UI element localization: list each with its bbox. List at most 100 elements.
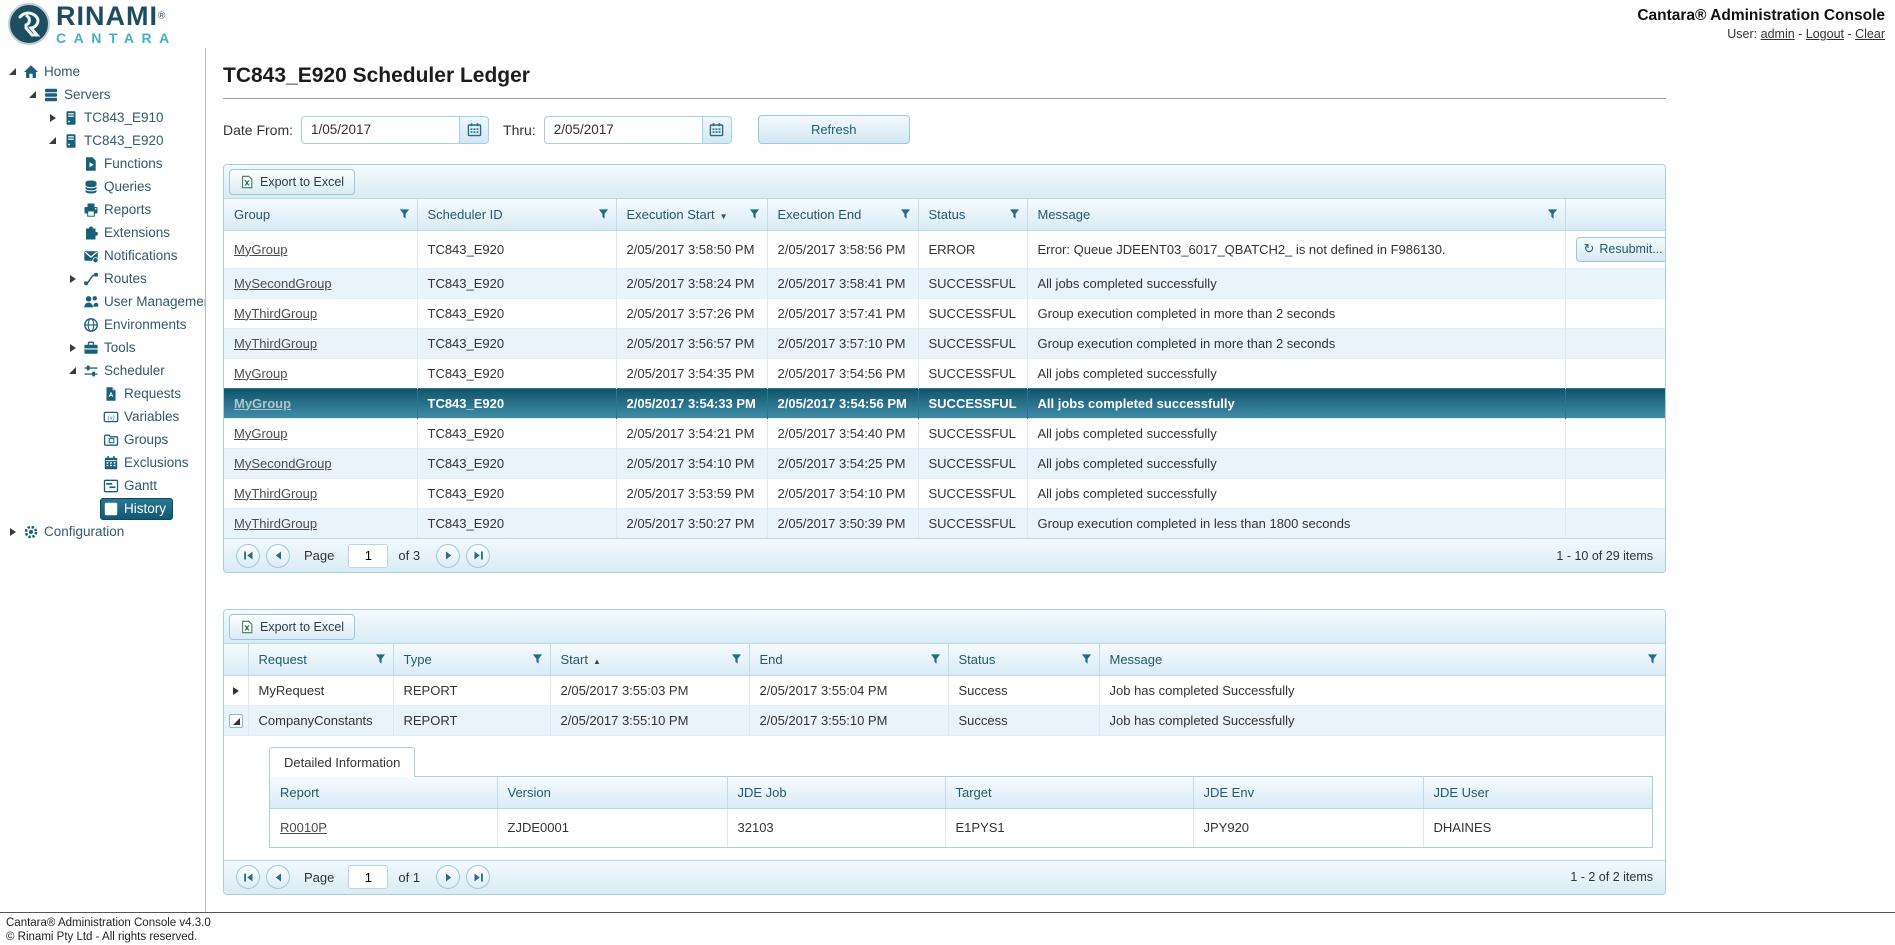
sidebar-item-servers[interactable]: Servers: [0, 83, 205, 106]
filter-funnel-icon[interactable]: [532, 654, 543, 665]
ledger-row[interactable]: MyGroupTC843_E9202/05/2017 3:54:21 PM2/0…: [224, 418, 1665, 448]
sidebar-item-extensions[interactable]: Extensions: [0, 221, 205, 244]
expander-collapsed-icon[interactable]: [45, 114, 60, 122]
column-header-request[interactable]: Request: [248, 644, 393, 675]
export-to-excel-button[interactable]: Export to Excel: [229, 169, 355, 195]
thru-input[interactable]: [544, 116, 702, 144]
ledger-row[interactable]: MyGroupTC843_E9202/05/2017 3:58:50 PM2/0…: [224, 230, 1665, 268]
previous-page-button[interactable]: [266, 865, 290, 889]
sidebar-item-reports[interactable]: Reports: [0, 198, 205, 221]
filter-funnel-icon[interactable]: [598, 209, 609, 220]
last-page-button[interactable]: [466, 865, 490, 889]
date-from-calendar-button[interactable]: [459, 116, 489, 144]
group-link[interactable]: MySecondGroup: [234, 276, 332, 291]
filter-funnel-icon[interactable]: [1647, 654, 1658, 665]
ledger-row[interactable]: MyThirdGroupTC843_E9202/05/2017 3:50:27 …: [224, 508, 1665, 538]
request-row[interactable]: MyRequestREPORT2/05/2017 3:55:03 PM2/05/…: [224, 675, 1665, 705]
filter-funnel-icon[interactable]: [749, 209, 760, 220]
filter-funnel-icon[interactable]: [1009, 209, 1020, 220]
expand-row-button[interactable]: [233, 687, 239, 695]
sidebar-item-configuration[interactable]: Configuration: [0, 520, 205, 543]
expander-collapsed-icon[interactable]: [65, 344, 80, 352]
report-link[interactable]: R0010P: [280, 820, 327, 835]
sidebar-item-notifications[interactable]: Notifications: [0, 244, 205, 267]
filter-funnel-icon[interactable]: [1547, 209, 1558, 220]
group-link[interactable]: MySecondGroup: [234, 456, 332, 471]
expander-collapsed-icon[interactable]: [5, 528, 20, 536]
column-header-execution-start[interactable]: Execution Start▼: [616, 199, 767, 230]
column-header-start[interactable]: Start▲: [550, 644, 749, 675]
page-number-input[interactable]: [348, 865, 388, 889]
group-link[interactable]: MyGroup: [234, 396, 291, 411]
group-link[interactable]: MyGroup: [234, 366, 287, 381]
sidebar-item-functions[interactable]: Functions: [0, 152, 205, 175]
sidebar-item-groups[interactable]: Groups: [0, 428, 205, 451]
expander-expanded-icon[interactable]: [65, 367, 80, 374]
ledger-row[interactable]: MyThirdGroupTC843_E9202/05/2017 3:53:59 …: [224, 478, 1665, 508]
group-link[interactable]: MyGroup: [234, 426, 287, 441]
sidebar-item-exclusions[interactable]: Exclusions: [0, 451, 205, 474]
group-link[interactable]: MyThirdGroup: [234, 336, 317, 351]
ledger-row[interactable]: MyThirdGroupTC843_E9202/05/2017 3:56:57 …: [224, 328, 1665, 358]
expander-expanded-icon[interactable]: [5, 68, 20, 75]
column-header-group[interactable]: Group: [224, 199, 417, 230]
date-from-input[interactable]: [301, 116, 459, 144]
sidebar-item-environments[interactable]: Environments: [0, 313, 205, 336]
sidebar-item-queries[interactable]: Queries: [0, 175, 205, 198]
ledger-row[interactable]: MyGroupTC843_E9202/05/2017 3:54:35 PM2/0…: [224, 358, 1665, 388]
group-link[interactable]: MyGroup: [234, 242, 287, 257]
sidebar-item-tc843-e920[interactable]: TC843_E920: [0, 129, 205, 152]
sidebar-item-gantt[interactable]: Gantt: [0, 474, 205, 497]
collapse-row-button[interactable]: [229, 714, 243, 728]
next-page-button[interactable]: [436, 865, 460, 889]
logout-link[interactable]: Logout: [1806, 27, 1844, 41]
column-header-end[interactable]: End: [749, 644, 948, 675]
group-link[interactable]: MyThirdGroup: [234, 306, 317, 321]
previous-page-button[interactable]: [266, 544, 290, 568]
sidebar-item-tools[interactable]: Tools: [0, 336, 205, 359]
resubmit-button[interactable]: ↻Resubmit...: [1576, 237, 1666, 262]
column-header-type[interactable]: Type: [393, 644, 550, 675]
column-header-status[interactable]: Status: [918, 199, 1027, 230]
expander-expanded-icon[interactable]: [45, 137, 60, 144]
sidebar-item-variables[interactable]: (x)Variables: [0, 405, 205, 428]
filter-funnel-icon[interactable]: [930, 654, 941, 665]
expander-collapsed-icon[interactable]: [65, 275, 80, 283]
sidebar-item-requests[interactable]: Requests: [0, 382, 205, 405]
filter-funnel-icon[interactable]: [399, 209, 410, 220]
clear-link[interactable]: Clear: [1855, 27, 1885, 41]
group-link[interactable]: MyThirdGroup: [234, 516, 317, 531]
filter-funnel-icon[interactable]: [900, 209, 911, 220]
filter-funnel-icon[interactable]: [1081, 654, 1092, 665]
column-header-execution-end[interactable]: Execution End: [767, 199, 918, 230]
column-header-message[interactable]: Message: [1099, 644, 1665, 675]
expander-expanded-icon[interactable]: [25, 91, 40, 98]
column-header-status[interactable]: Status: [948, 644, 1099, 675]
ledger-row[interactable]: MyThirdGroupTC843_E9202/05/2017 3:57:26 …: [224, 298, 1665, 328]
first-page-button[interactable]: [236, 865, 260, 889]
export-to-excel-button[interactable]: Export to Excel: [229, 614, 355, 640]
sidebar-item-routes[interactable]: Routes: [0, 267, 205, 290]
ledger-row[interactable]: MyGroupTC843_E9202/05/2017 3:54:33 PM2/0…: [224, 388, 1665, 418]
tab-detailed-information[interactable]: Detailed Information: [269, 747, 415, 777]
first-page-button[interactable]: [236, 544, 260, 568]
thru-calendar-button[interactable]: [702, 116, 732, 144]
group-link[interactable]: MyThirdGroup: [234, 486, 317, 501]
sidebar-item-tc843-e910[interactable]: TC843_E910: [0, 106, 205, 129]
ledger-row[interactable]: MySecondGroupTC843_E9202/05/2017 3:58:24…: [224, 268, 1665, 298]
user-name-link[interactable]: admin: [1761, 27, 1795, 41]
last-page-button[interactable]: [466, 544, 490, 568]
ledger-row[interactable]: MySecondGroupTC843_E9202/05/2017 3:54:10…: [224, 448, 1665, 478]
request-row[interactable]: CompanyConstantsREPORT2/05/2017 3:55:10 …: [224, 705, 1665, 735]
sidebar-item-history[interactable]: History: [0, 497, 205, 520]
filter-funnel-icon[interactable]: [731, 654, 742, 665]
next-page-button[interactable]: [436, 544, 460, 568]
column-header-scheduler-id[interactable]: Scheduler ID: [417, 199, 616, 230]
column-header-message[interactable]: Message: [1027, 199, 1565, 230]
sidebar-item-scheduler[interactable]: Scheduler: [0, 359, 205, 382]
sidebar-item-user-management[interactable]: User Management: [0, 290, 205, 313]
page-number-input[interactable]: [348, 544, 388, 568]
refresh-button[interactable]: Refresh: [758, 115, 910, 144]
filter-funnel-icon[interactable]: [375, 654, 386, 665]
sidebar-item-home[interactable]: Home: [0, 60, 205, 83]
